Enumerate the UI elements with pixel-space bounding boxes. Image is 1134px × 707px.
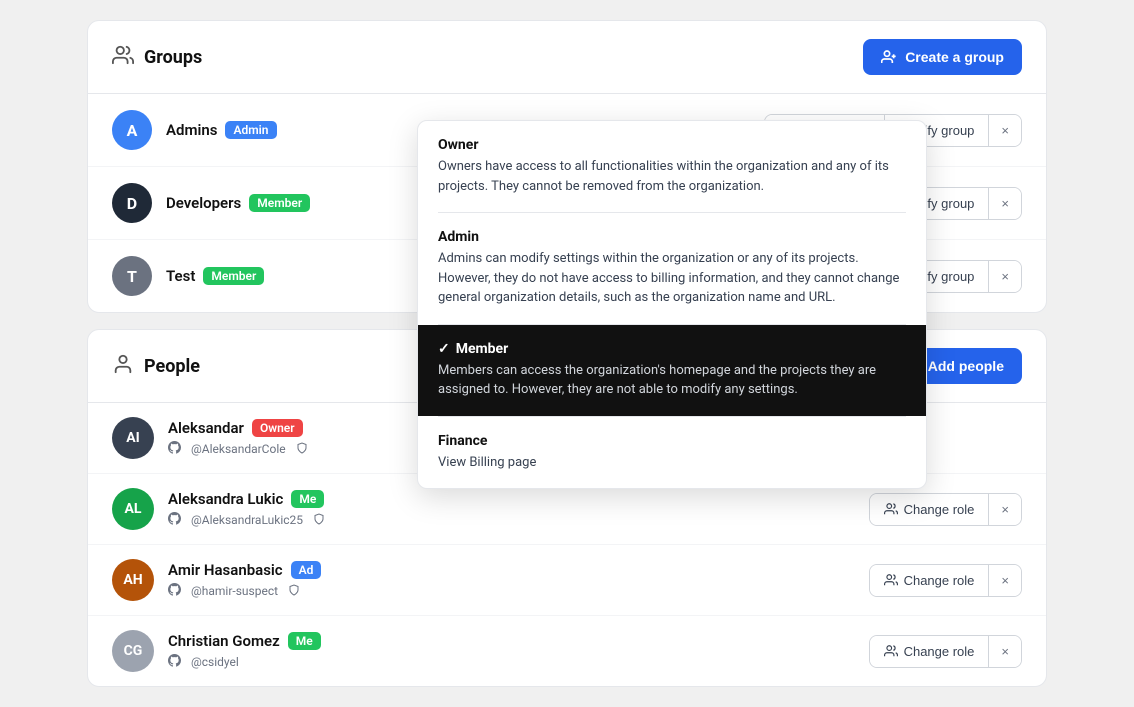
remove-person-button[interactable]: × [989,494,1021,525]
person-name: Aleksandra Lukic [168,490,283,508]
group-avatar: D [112,183,152,223]
person-username: @AleksandraLukic25 [191,513,303,527]
person-change-role-button[interactable]: Change role [870,494,990,525]
person-change-role-button[interactable]: Change role [870,636,990,667]
dropdown-item-desc: Admins can modify settings within the or… [438,249,906,308]
dropdown-item-finance[interactable]: Finance View Billing page [418,417,926,489]
role-dropdown: Owner Owners have access to all function… [417,120,927,489]
person-username: @csidyel [191,655,239,669]
check-icon: ✓ [438,341,450,357]
group-avatar: T [112,256,152,296]
person-change-role-button[interactable]: Change role [870,565,990,596]
group-avatar: A [112,110,152,150]
people-title: People [112,353,200,380]
remove-group-button[interactable]: × [989,188,1021,219]
person-avatar: AL [112,488,154,530]
person-meta: @hamir-suspect [168,583,855,599]
person-avatar: AH [112,559,154,601]
group-badge: Member [203,267,264,285]
remove-person-button[interactable]: × [989,565,1021,596]
remove-group-button[interactable]: × [989,261,1021,292]
person-badge: Ad [291,561,322,579]
person-avatar: AI [112,417,154,459]
person-username: @hamir-suspect [191,584,278,598]
dropdown-item-title: Admin [438,229,906,245]
page-wrapper: Groups Create a group A Admins Admin C [87,20,1047,687]
person-meta: @AleksandraLukic25 [168,512,855,528]
shield-icon [313,513,325,528]
remove-group-button[interactable]: × [989,115,1021,146]
person-name-row: Aleksandra Lukic Me [168,490,855,508]
shield-icon [288,584,300,599]
create-group-button[interactable]: Create a group [863,39,1022,75]
person-info: Christian Gomez Me @csidyel [168,632,855,670]
person-info: Amir Hasanbasic Ad @hamir-suspect [168,561,855,599]
person-meta: @csidyel [168,654,855,670]
person-info: Aleksandra Lukic Me @AleksandraLukic25 [168,490,855,528]
person-name: Amir Hasanbasic [168,561,283,579]
github-icon [168,654,181,670]
person-avatar: CG [112,630,154,672]
person-badge: Me [288,632,321,650]
github-icon [168,583,181,599]
dropdown-item-owner[interactable]: Owner Owners have access to all function… [418,121,926,212]
github-icon [168,512,181,528]
person-badge: Owner [252,419,303,437]
person-row: AH Amir Hasanbasic Ad @hamir-suspect Cha… [88,545,1046,616]
person-badge: Me [291,490,324,508]
dropdown-item-title: Finance [438,433,906,449]
person-actions: Change role × [869,564,1022,597]
dropdown-item-member[interactable]: ✓ Member Members can access the organiza… [418,325,926,416]
remove-person-button[interactable]: × [989,636,1021,667]
dropdown-item-desc: View Billing page [438,453,906,473]
groups-title: Groups [112,44,202,71]
groups-header: Groups Create a group [88,21,1046,94]
dropdown-item-desc: Members can access the organization's ho… [438,361,906,400]
person-name: Aleksandar [168,419,244,437]
groups-icon [112,44,134,71]
shield-icon [296,442,308,457]
person-username: @AleksandarCole [191,442,286,456]
dropdown-item-desc: Owners have access to all functionalitie… [438,157,906,196]
dropdown-item-title: Owner [438,137,906,153]
person-name-row: Christian Gomez Me [168,632,855,650]
person-row: CG Christian Gomez Me @csidyel Change ro… [88,616,1046,686]
dropdown-item-title: ✓ Member [438,341,906,357]
person-actions: Change role × [869,635,1022,668]
person-actions: Change role × [869,493,1022,526]
github-icon [168,441,181,457]
person-name-row: Amir Hasanbasic Ad [168,561,855,579]
people-icon [112,353,134,380]
group-badge: Member [249,194,310,212]
dropdown-item-admin[interactable]: Admin Admins can modify settings within … [418,213,926,324]
person-name: Christian Gomez [168,632,280,650]
group-badge: Admin [225,121,276,139]
